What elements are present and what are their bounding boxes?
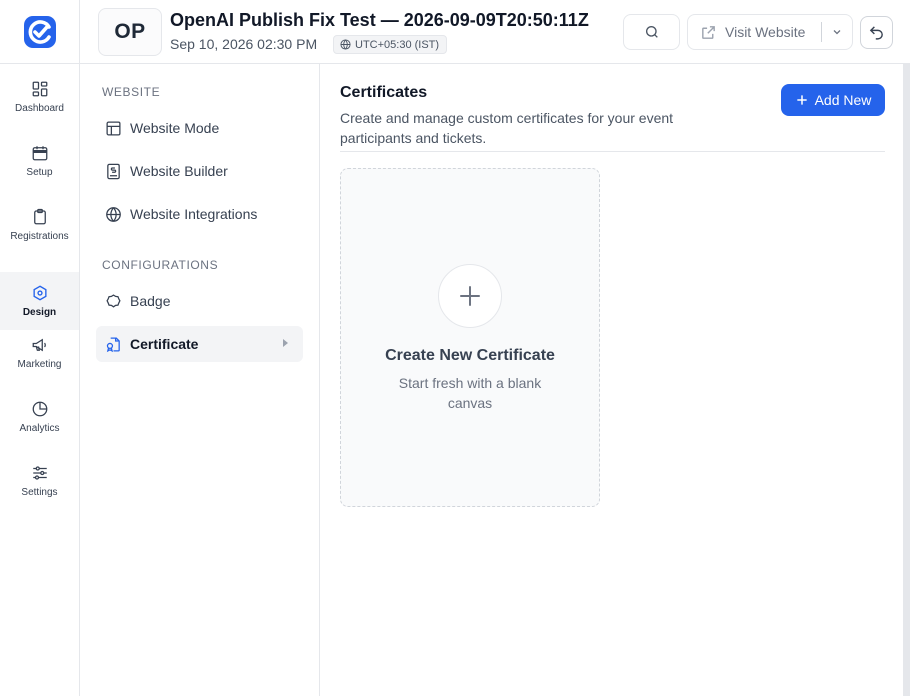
- subnav-item-label: Website Mode: [130, 120, 220, 136]
- plus-icon: [460, 286, 480, 306]
- undo-icon: [869, 26, 883, 40]
- timezone-badge: UTC+05:30 (IST): [333, 35, 448, 54]
- calendar-icon: [32, 146, 47, 161]
- visit-website-group: Visit Website: [687, 14, 853, 50]
- certificate-icon: [106, 336, 120, 352]
- rail-item-marketing[interactable]: Marketing: [0, 324, 79, 382]
- chevron-down-icon: [833, 30, 841, 35]
- page-description: Create and manage custom certificates fo…: [340, 110, 674, 146]
- subnav-item-label: Certificate: [130, 336, 199, 352]
- external-link-icon: [702, 25, 715, 39]
- create-plus-button[interactable]: [438, 264, 502, 328]
- design-subnav: WEBSITE Website Mode Website Builder Web…: [80, 64, 320, 696]
- event-date: Sep 10, 2026 02:30 PM: [170, 36, 318, 52]
- subnav-item-label: Website Integrations: [130, 206, 258, 222]
- subnav-item-label: Badge: [130, 293, 171, 309]
- configurations-section-heading: CONFIGURATIONS: [102, 258, 219, 272]
- clipboard-icon: [33, 208, 46, 225]
- visit-website-label: Visit Website: [725, 24, 806, 40]
- event-title: OpenAI Publish Fix Test — 2026-09-09T20:…: [170, 10, 589, 30]
- dashboard-icon: [32, 81, 47, 97]
- event-avatar: OP: [98, 8, 162, 56]
- caret-right-icon: [283, 339, 288, 347]
- sliders-icon: [32, 466, 47, 480]
- layout-icon: [106, 120, 121, 136]
- visit-website-button[interactable]: Visit Website: [688, 24, 821, 41]
- create-card-subtitle: Start fresh with a blank canvas: [398, 375, 542, 411]
- search-button[interactable]: [623, 14, 680, 50]
- rail-label: Dashboard: [15, 103, 64, 114]
- rail-label: Settings: [21, 487, 58, 498]
- add-new-button[interactable]: Add New: [781, 84, 885, 116]
- rail-label: Registrations: [10, 231, 69, 242]
- divider: [340, 151, 885, 152]
- builder-icon: [107, 163, 120, 179]
- subnav-item-website-mode[interactable]: Website Mode: [96, 110, 303, 146]
- create-certificate-card[interactable]: Create New Certificate Start fresh with …: [340, 168, 600, 507]
- rail-label: Analytics: [19, 423, 60, 434]
- rail-item-analytics[interactable]: Analytics: [0, 388, 79, 446]
- rail-label: Setup: [26, 167, 53, 178]
- timezone-label: UTC+05:30 (IST): [355, 38, 440, 51]
- undo-button[interactable]: [860, 16, 893, 49]
- subnav-item-website-builder[interactable]: Website Builder: [96, 153, 303, 189]
- megaphone-icon: [32, 338, 46, 352]
- pie-chart-icon: [32, 401, 47, 417]
- app-logo[interactable]: [0, 0, 80, 64]
- globe-icon: [106, 206, 121, 222]
- subnav-item-label: Website Builder: [130, 163, 228, 179]
- subnav-item-certificate[interactable]: Certificate: [96, 326, 303, 362]
- rail-label: Design: [22, 307, 57, 318]
- rail-item-settings[interactable]: Settings: [0, 452, 79, 510]
- rail-item-setup[interactable]: Setup: [0, 132, 79, 190]
- globe-icon: [340, 39, 351, 50]
- rail-item-registrations[interactable]: Registrations: [0, 196, 79, 254]
- palette-icon: [32, 285, 47, 301]
- subnav-item-badge[interactable]: Badge: [96, 283, 303, 319]
- main-content: Certificates Create and manage custom ce…: [320, 64, 910, 696]
- app-root: OP OpenAI Publish Fix Test — 2026-09-09T…: [0, 0, 910, 696]
- top-bar: OP OpenAI Publish Fix Test — 2026-09-09T…: [0, 0, 910, 64]
- website-section-heading: WEBSITE: [102, 85, 161, 99]
- search-icon: [645, 26, 658, 38]
- badge-icon: [106, 293, 121, 308]
- logo-icon: [23, 16, 56, 48]
- create-card-title: Create New Certificate: [385, 347, 555, 364]
- main-nav-rail: Dashboard Setup Registrations Design Mar…: [0, 64, 80, 696]
- page-scrollbar[interactable]: [903, 64, 910, 696]
- rail-label: Marketing: [17, 359, 62, 370]
- add-new-label: Add New: [814, 92, 872, 108]
- plus-icon: [796, 95, 807, 105]
- page-title: Certificates: [340, 84, 428, 101]
- subnav-item-website-integrations[interactable]: Website Integrations: [96, 196, 303, 232]
- rail-item-design[interactable]: Design: [0, 272, 79, 330]
- visit-website-dropdown[interactable]: [822, 26, 852, 38]
- rail-item-dashboard[interactable]: Dashboard: [0, 68, 79, 126]
